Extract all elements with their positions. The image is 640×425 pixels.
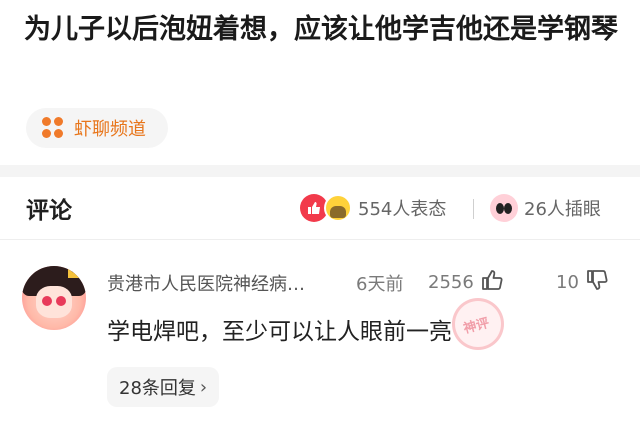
section-divider <box>0 165 640 177</box>
comment-time: 6天前 <box>356 274 404 295</box>
channel-link[interactable]: 虾聊频道 <box>26 108 168 148</box>
comment-body: 学电焊吧，至少可以让人眼前一亮 <box>107 319 452 345</box>
replies-label: 28条回复 <box>119 378 196 399</box>
like-button[interactable]: 2556 <box>428 268 504 296</box>
bookmark-summary[interactable]: 26人插眼 <box>490 191 601 225</box>
reaction-count: 554人表态 <box>358 199 447 220</box>
chevron-right-icon: › <box>199 376 208 398</box>
avatar[interactable] <box>22 266 86 330</box>
article-title: 为儿子以后泡妞着想，应该让他学吉他还是学钢琴 <box>24 14 618 45</box>
comments-header: 评论 554人表态 26人插眼 <box>0 177 640 239</box>
like-count: 2556 <box>428 271 474 293</box>
dislike-button[interactable]: 10 <box>556 268 609 296</box>
channel-label: 虾聊频道 <box>74 119 146 140</box>
reaction-separator <box>473 199 474 219</box>
watermark-stamp-icon: 神评 <box>452 298 504 350</box>
view-replies-button[interactable]: 28条回复 › <box>107 367 220 407</box>
reaction-summary[interactable]: 554人表态 <box>300 191 446 225</box>
flower-icon <box>42 117 64 139</box>
dislike-count: 10 <box>556 271 579 293</box>
comments-heading: 评论 <box>26 198 72 224</box>
eyes-icon <box>490 194 518 222</box>
thumbs-down-icon <box>585 268 609 296</box>
bookmark-count: 26人插眼 <box>524 199 601 220</box>
comment-author[interactable]: 贵港市人民医院神经病… <box>107 270 305 296</box>
row-separator <box>0 239 640 240</box>
thumbs-up-icon <box>480 268 504 296</box>
emoji-reaction-icon <box>324 194 352 222</box>
